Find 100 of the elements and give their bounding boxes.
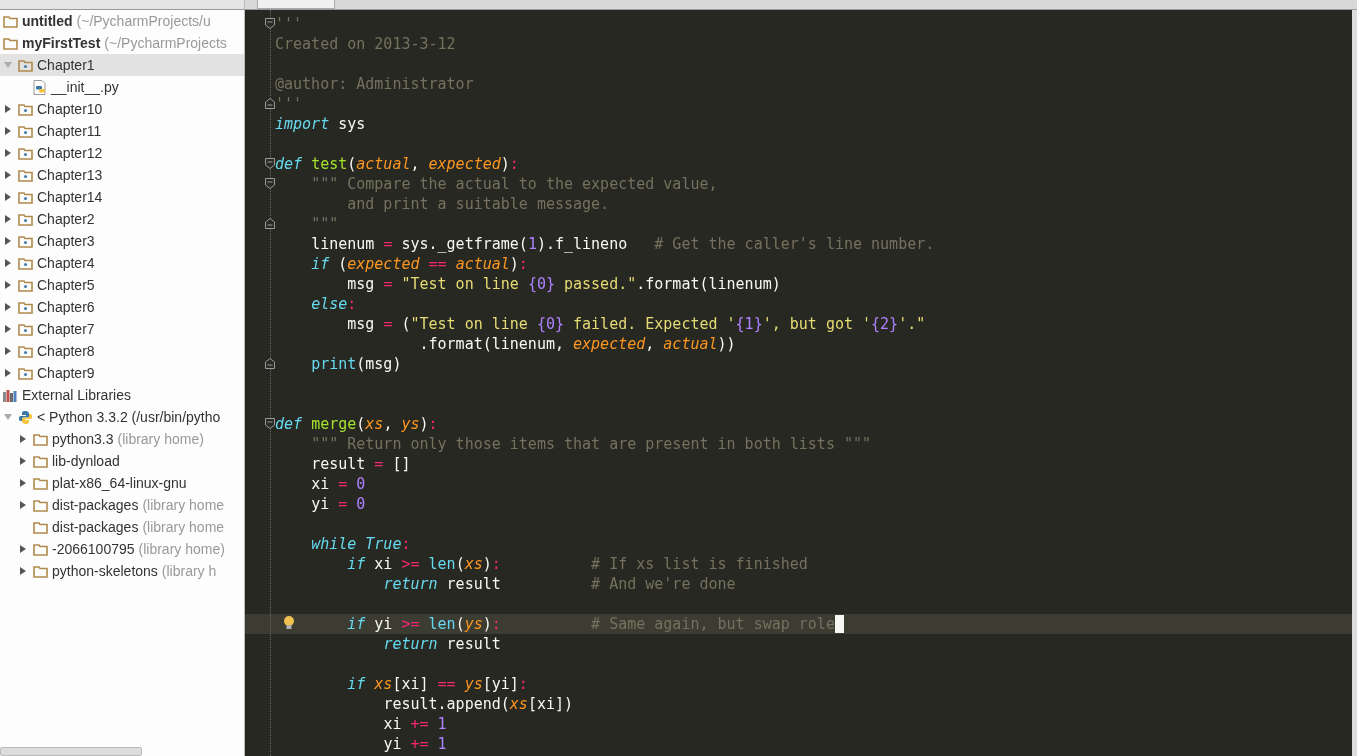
tree-item[interactable]: Chapter2 (0, 208, 244, 230)
code-comment: # If xs list is finished (591, 555, 808, 573)
keyword: def (275, 155, 303, 173)
fold-marker-icon[interactable] (265, 18, 275, 29)
code-comment: # Same again, but swap role (591, 615, 835, 633)
keyword: if (347, 555, 366, 573)
tree-item[interactable]: Chapter8 (0, 340, 244, 362)
code-token: ) (509, 255, 519, 273)
code-token: xi (383, 715, 403, 733)
expand-arrow-icon[interactable] (4, 369, 12, 377)
code-token: ( (338, 255, 348, 273)
tree-item[interactable]: Chapter4 (0, 252, 244, 274)
path-note: (~/PycharmProjects/u (76, 13, 211, 29)
tree-item[interactable]: __init__.py (0, 76, 244, 98)
folder-icon (18, 300, 33, 314)
expand-arrow-icon[interactable] (4, 127, 12, 135)
code-token: ys (401, 415, 420, 433)
keyword: return (383, 635, 438, 653)
tree-item[interactable]: Chapter10 (0, 98, 244, 120)
code-token: msg (347, 275, 376, 293)
tree-item[interactable]: Chapter6 (0, 296, 244, 318)
tree-item[interactable]: -2066100795 (library home) (0, 538, 244, 560)
fold-marker-icon[interactable] (265, 178, 275, 189)
expand-arrow-icon[interactable] (4, 259, 12, 267)
expand-arrow-icon[interactable] (4, 303, 12, 311)
keyword: if (311, 255, 330, 273)
docstring: """ Compare the actual to the expected value, (311, 175, 718, 193)
tree-item[interactable]: untitled (~/PycharmProjects/u (0, 10, 244, 32)
code-token: expected (573, 335, 646, 353)
expand-arrow-icon[interactable] (4, 281, 12, 289)
tree-item[interactable]: Chapter13 (0, 164, 244, 186)
tree-item[interactable]: < Python 3.3.2 (/usr/bin/pytho (0, 406, 244, 428)
tree-item[interactable]: Chapter1 (0, 54, 244, 76)
folder-icon (18, 102, 33, 116)
code-token: : (518, 675, 528, 693)
path-note: (library home) (138, 541, 225, 557)
code-token: xi (374, 555, 394, 573)
expand-arrow-icon[interactable] (4, 193, 12, 201)
python-file-icon (33, 79, 47, 95)
code-token: [yi] (482, 675, 519, 693)
folder-icon (3, 36, 18, 50)
expand-arrow-icon[interactable] (19, 501, 27, 509)
code-token: result (446, 635, 501, 653)
code-token: : (347, 295, 357, 313)
expand-arrow-icon[interactable] (4, 171, 12, 179)
tree-item[interactable]: Chapter12 (0, 142, 244, 164)
code-token: : (491, 615, 501, 633)
fold-marker-icon[interactable] (265, 418, 275, 429)
folder-icon (33, 454, 48, 468)
code-token: expected (347, 255, 420, 273)
folder-icon (18, 322, 33, 336)
code-token: {0} (536, 315, 564, 333)
folder-icon (18, 212, 33, 226)
tree-item[interactable]: Chapter5 (0, 274, 244, 296)
expand-arrow-icon[interactable] (4, 347, 12, 355)
folder-icon (18, 124, 33, 138)
code-token: ( (347, 155, 357, 173)
expand-arrow-icon[interactable] (19, 545, 27, 553)
tree-item[interactable]: Chapter9 (0, 362, 244, 384)
code-token: = (338, 495, 348, 513)
expand-arrow-icon[interactable] (19, 435, 27, 443)
string-literal: '." (898, 315, 926, 333)
fold-marker-icon[interactable] (265, 218, 275, 229)
expand-arrow-icon[interactable] (4, 237, 12, 245)
tree-item[interactable]: lib-dynload (0, 450, 244, 472)
expand-arrow-icon[interactable] (19, 479, 27, 487)
fold-marker-icon[interactable] (265, 98, 275, 109)
code-token: : (491, 555, 501, 573)
tree-item[interactable]: myFirstTest (~/PycharmProjects (0, 32, 244, 54)
tree-item[interactable]: dist-packages (library home (0, 516, 244, 538)
folder-icon (18, 58, 33, 72)
expand-arrow-icon[interactable] (4, 105, 12, 113)
tree-item[interactable]: plat-x86_64-linux-gnu (0, 472, 244, 494)
tree-item[interactable]: dist-packages (library home (0, 494, 244, 516)
tree-item[interactable]: Chapter11 (0, 120, 244, 142)
expand-arrow-icon[interactable] (4, 149, 12, 157)
tree-item[interactable]: Chapter14 (0, 186, 244, 208)
python-logo-icon (18, 409, 33, 425)
tree-item[interactable]: Chapter7 (0, 318, 244, 340)
fold-marker-icon[interactable] (265, 158, 275, 169)
fold-marker-icon[interactable] (265, 358, 275, 369)
tree-item[interactable]: External Libraries (0, 384, 244, 406)
tree-item[interactable]: python-skeletons (library h (0, 560, 244, 582)
code-token: ) (419, 415, 429, 433)
expand-arrow-icon[interactable] (4, 215, 12, 223)
folder-icon (18, 146, 33, 160)
scrollbar[interactable] (0, 747, 142, 756)
path-note: (library home) (117, 431, 204, 447)
tree-item[interactable]: Chapter3 (0, 230, 244, 252)
tree-item[interactable]: python3.3 (library home) (0, 428, 244, 450)
expand-arrow-icon[interactable] (19, 567, 27, 575)
code-token: {2} (871, 315, 899, 333)
expand-arrow-icon[interactable] (19, 457, 27, 465)
code-token: += (410, 735, 429, 753)
lightbulb-icon[interactable] (283, 615, 295, 631)
path-note: (library h (161, 563, 217, 579)
code-token: len (428, 615, 456, 633)
code-token: expected (428, 155, 501, 173)
expand-arrow-icon[interactable] (4, 325, 12, 333)
code-token: = (383, 235, 393, 253)
